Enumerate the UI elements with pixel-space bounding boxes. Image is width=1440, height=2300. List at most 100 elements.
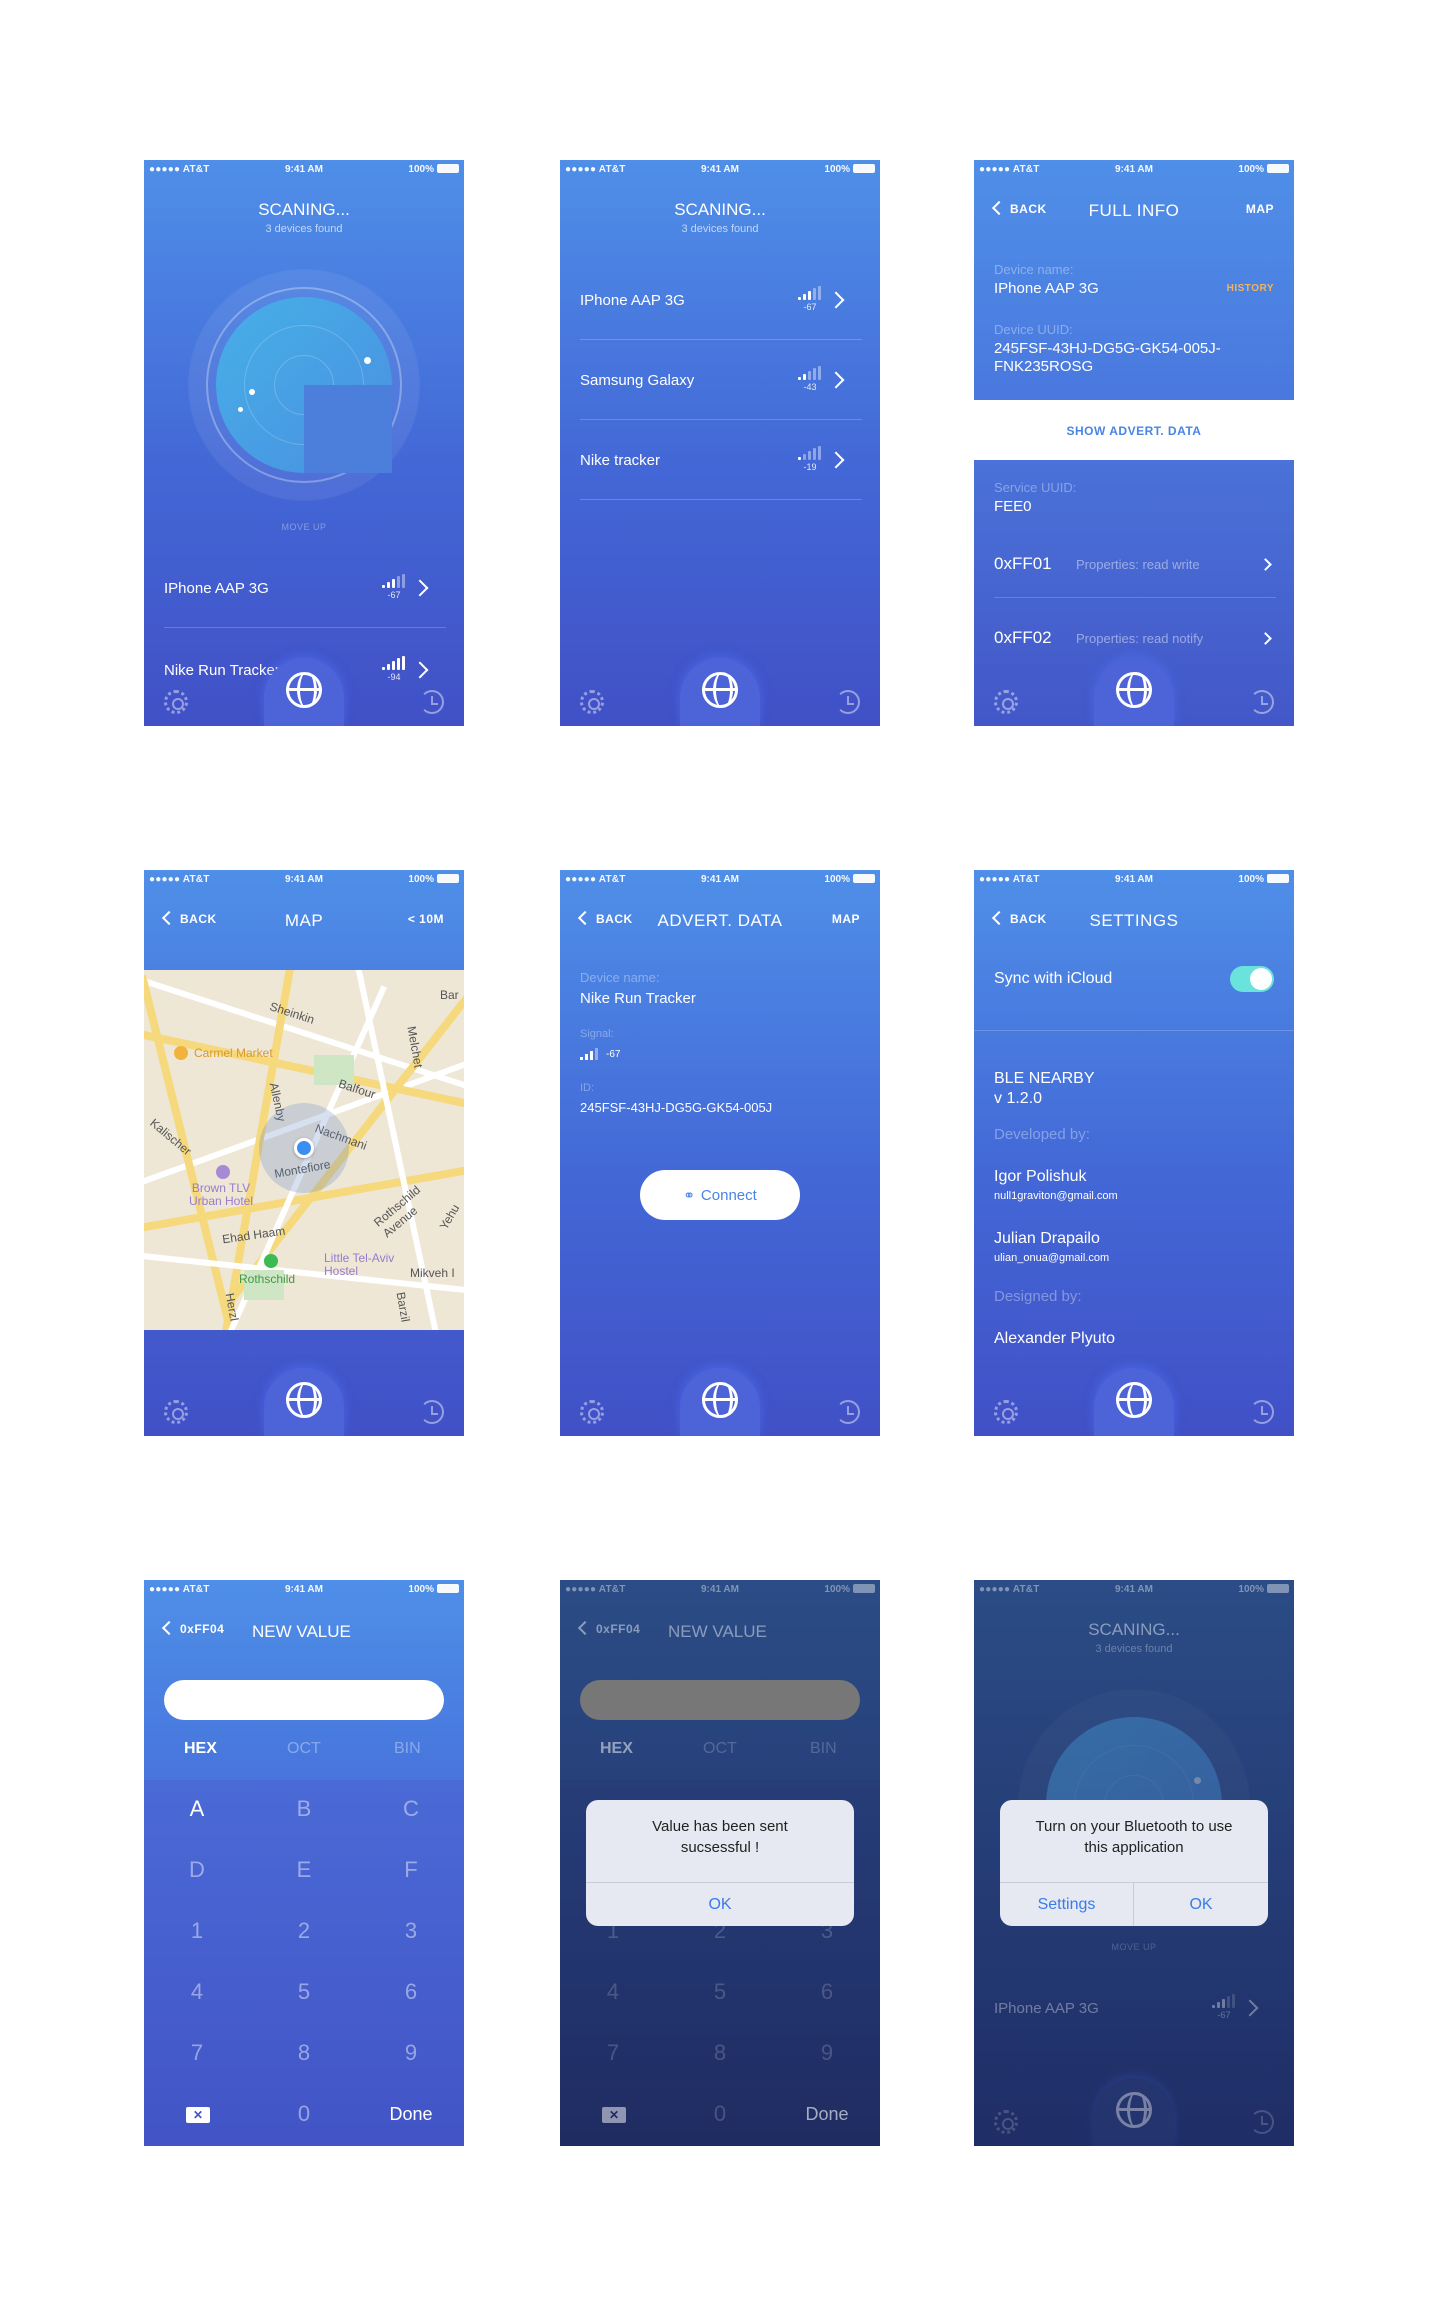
history-icon[interactable] — [836, 1400, 860, 1424]
chevron-left-icon — [577, 1620, 593, 1636]
device-dot[interactable] — [238, 407, 243, 412]
history-icon[interactable] — [420, 1400, 444, 1424]
ok-button[interactable]: OK — [1134, 1882, 1268, 1926]
history-icon[interactable] — [836, 690, 860, 714]
connect-button[interactable]: ⚭ Connect — [640, 1170, 800, 1220]
key[interactable]: 8 — [251, 2040, 357, 2066]
move-up-hint[interactable]: MOVE UP — [144, 522, 464, 532]
key[interactable]: 9 — [358, 2040, 464, 2066]
backspace-icon[interactable]: ✕ — [186, 2107, 210, 2123]
back-button[interactable]: 0xFF04 — [577, 1620, 640, 1636]
key[interactable]: C — [358, 1796, 464, 1822]
sync-toggle[interactable] — [1230, 966, 1274, 992]
list-item[interactable]: Samsung Galaxy -43 — [580, 340, 862, 420]
ok-button[interactable]: OK — [586, 1882, 854, 1926]
list-item[interactable]: IPhone AAP 3G -67 — [994, 1968, 1276, 2048]
key[interactable]: F — [358, 1857, 464, 1883]
show-advert-button[interactable]: SHOW ADVERT. DATA — [974, 424, 1294, 438]
map-button[interactable]: MAP — [832, 912, 860, 926]
key[interactable]: E — [251, 1857, 357, 1883]
hotel-pin-icon[interactable] — [216, 1165, 230, 1179]
scan-tab-button[interactable] — [264, 1368, 344, 1436]
scan-tab-button[interactable] — [680, 658, 760, 726]
nav-bar: BACK SETTINGS — [974, 900, 1294, 940]
scan-tab-button[interactable] — [1094, 2078, 1174, 2146]
back-button[interactable]: 0xFF04 — [161, 1620, 224, 1636]
battery-icon — [1267, 874, 1289, 883]
tab-oct[interactable]: OCT — [287, 1740, 321, 1758]
key[interactable]: 3 — [358, 1918, 464, 1944]
map-button[interactable]: MAP — [1246, 202, 1274, 216]
nav-bar: BACK MAP < 10M — [144, 900, 464, 940]
gear-icon[interactable] — [580, 1400, 604, 1424]
developer-email[interactable]: ulian_onua@gmail.com — [994, 1252, 1109, 1264]
list-item[interactable]: Nike tracker -19 — [580, 420, 862, 500]
gear-icon[interactable] — [994, 2110, 1018, 2134]
history-link[interactable]: HISTORY — [1227, 283, 1274, 294]
key[interactable]: 5 — [667, 1979, 773, 2005]
screen-new-value: ●●●●● AT&T 9:41 AM 100% 0xFF04 NEW VALUE H… — [144, 1580, 464, 2146]
market-pin-icon[interactable] — [174, 1046, 188, 1060]
park-pin-icon[interactable] — [264, 1254, 278, 1268]
key[interactable]: 6 — [774, 1979, 880, 2005]
done-button[interactable]: Done — [774, 2104, 880, 2125]
backspace-icon[interactable]: ✕ — [602, 2107, 626, 2123]
tab-hex[interactable]: HEX — [184, 1740, 217, 1758]
key[interactable]: A — [144, 1796, 250, 1822]
device-dot[interactable] — [249, 389, 255, 395]
key[interactable]: 7 — [144, 2040, 250, 2066]
value-input[interactable] — [580, 1680, 860, 1720]
history-icon[interactable] — [1250, 690, 1274, 714]
developer-name: Julian Drapailo — [994, 1230, 1100, 1247]
device-location-pin[interactable] — [294, 1138, 314, 1158]
key[interactable]: 6 — [358, 1979, 464, 2005]
done-button[interactable]: Done — [358, 2104, 464, 2125]
list-item[interactable]: IPhone AAP 3G -67 — [580, 260, 862, 340]
value-input[interactable] — [164, 1680, 444, 1720]
device-dot[interactable] — [1194, 1777, 1201, 1784]
gear-icon[interactable] — [580, 690, 604, 714]
success-alert: Value has been sent sucsessful ! OK — [586, 1800, 854, 1926]
tab-bin[interactable]: BIN — [810, 1740, 837, 1758]
key[interactable]: 0 — [251, 2101, 357, 2127]
scan-tab-button[interactable] — [1094, 1368, 1174, 1436]
key[interactable]: 8 — [667, 2040, 773, 2066]
key[interactable]: 9 — [774, 2040, 880, 2066]
tab-bin[interactable]: BIN — [394, 1740, 421, 1758]
key[interactable]: 7 — [560, 2040, 666, 2066]
signal-icon: -67 — [1212, 1994, 1236, 2024]
key[interactable]: 4 — [144, 1979, 250, 2005]
scan-tab-button[interactable] — [680, 1368, 760, 1436]
key[interactable]: 0 — [667, 2101, 773, 2127]
page-title: SCANING... — [1088, 1620, 1180, 1639]
key[interactable]: 5 — [251, 1979, 357, 2005]
history-icon[interactable] — [1250, 2110, 1274, 2134]
key[interactable]: 2 — [251, 1918, 357, 1944]
screen-scan-radar: ●●●●● AT&T 9:41 AM 100% SCANING... 3 devic… — [144, 160, 464, 726]
gear-icon[interactable] — [164, 1400, 188, 1424]
key[interactable]: 4 — [560, 1979, 666, 2005]
map-view[interactable]: Sheinkin Carmel Market Balfour Allenby N… — [144, 970, 464, 1330]
move-up-hint[interactable]: MOVE UP — [974, 1942, 1294, 1952]
scan-tab-button[interactable] — [264, 658, 344, 726]
gear-icon[interactable] — [994, 1400, 1018, 1424]
key[interactable]: 1 — [144, 1918, 250, 1944]
globe-icon — [286, 672, 322, 708]
history-icon[interactable] — [1250, 1400, 1274, 1424]
device-dot[interactable] — [364, 357, 371, 364]
key[interactable]: B — [251, 1796, 357, 1822]
gear-icon[interactable] — [164, 690, 188, 714]
developed-by-label: Developed by: — [994, 1126, 1090, 1143]
list-item[interactable]: IPhone AAP 3G -67 — [164, 548, 446, 628]
history-icon[interactable] — [420, 690, 444, 714]
key[interactable]: D — [144, 1857, 250, 1883]
settings-button[interactable]: Settings — [1000, 1882, 1134, 1926]
range-filter[interactable]: < 10M — [408, 912, 444, 926]
tab-hex[interactable]: HEX — [600, 1740, 633, 1758]
nav-bar: 0xFF04 NEW VALUE — [144, 1610, 464, 1650]
scan-tab-button[interactable] — [1094, 658, 1174, 726]
property-row[interactable]: 0xFF01 Properties: read write — [994, 526, 1276, 598]
developer-email[interactable]: null1graviton@gmail.com — [994, 1190, 1118, 1202]
gear-icon[interactable] — [994, 690, 1018, 714]
tab-oct[interactable]: OCT — [703, 1740, 737, 1758]
